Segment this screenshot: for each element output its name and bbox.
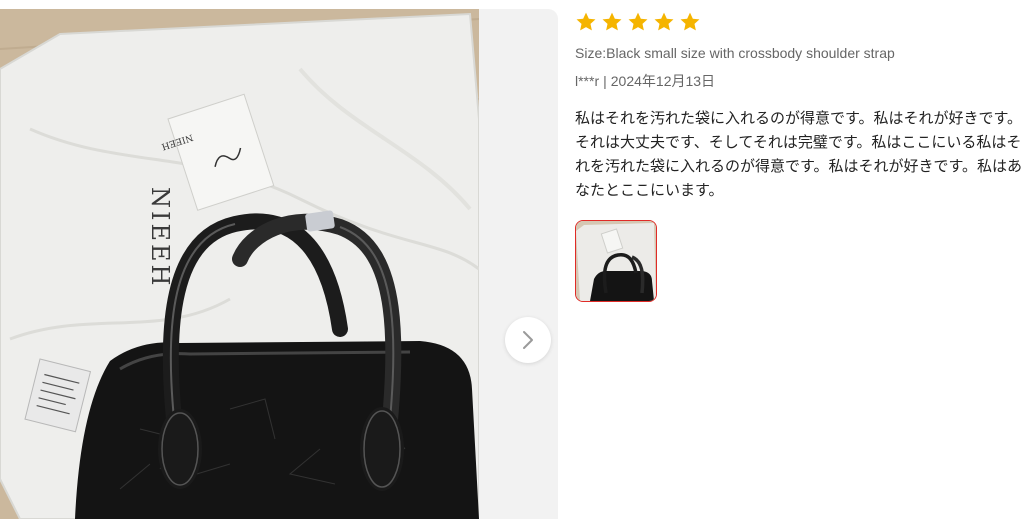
thumbnail-handbag-image: [576, 221, 656, 301]
review-text: 私はそれを汚れた袋に入れるのが得意です。私はそれが好きです。それは大丈夫です、そ…: [575, 109, 1023, 199]
star-icon: [654, 12, 674, 31]
review-sku-variant: Size:Black small size with crossbody sho…: [575, 45, 895, 61]
next-image-button[interactable]: [505, 317, 551, 363]
star-icon: [576, 12, 596, 31]
meta-separator: |: [603, 73, 607, 89]
chevron-right-icon: [523, 331, 533, 349]
review-details: Size:Black small size with crossbody sho…: [575, 10, 1022, 302]
star-rating: [575, 10, 1015, 34]
star-icon: [628, 12, 648, 31]
review-image-viewer: NIEEH NIEEH: [0, 9, 558, 519]
star-icon: [680, 12, 700, 31]
review-meta: l***r | 2024年12月13日: [575, 72, 1015, 90]
review-date: 2024年12月13日: [610, 73, 716, 89]
handbag-photo: NIEEH NIEEH: [0, 9, 479, 519]
star-icon: [602, 12, 622, 31]
svg-text:NIEEH: NIEEH: [146, 187, 174, 288]
review-author: l***r: [575, 73, 600, 89]
review-photo-main[interactable]: NIEEH NIEEH: [0, 9, 479, 519]
review-image-thumbnail[interactable]: [575, 220, 657, 302]
